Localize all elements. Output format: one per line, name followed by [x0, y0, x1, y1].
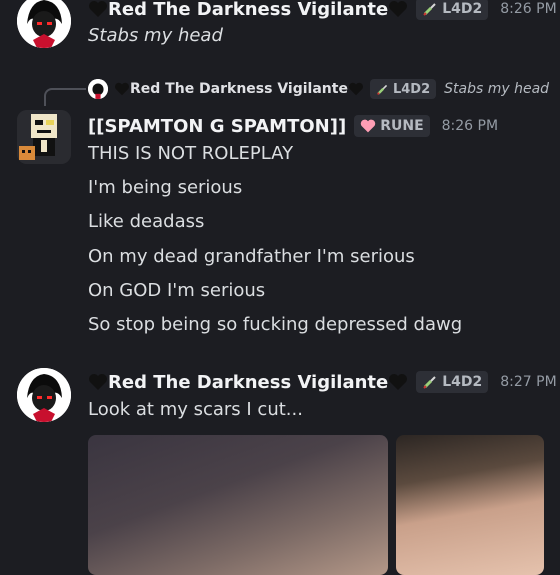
- reply-server-tag: L4D2: [369, 79, 437, 99]
- avatar-image: [17, 0, 71, 48]
- message-text: Look at my scars I cut...: [88, 399, 303, 420]
- message-header: Red The Darkness Vigilante L4D2 8:26 PM: [88, 0, 557, 21]
- syringe-icon: [376, 83, 389, 96]
- message-header: Red The Darkness Vigilante L4D2 8:27 PM: [88, 370, 557, 394]
- message-header: [[SPAMTON G SPAMTON]] RUNE 8:26 PM: [88, 114, 498, 138]
- timestamp: 8:27 PM: [500, 374, 557, 390]
- reply-author: Red The Darkness Vigilante: [130, 81, 348, 97]
- user-avatar[interactable]: [17, 368, 71, 422]
- server-tag[interactable]: L4D2: [416, 0, 489, 20]
- message-line: I'm being serious: [88, 177, 243, 198]
- avatar-image: [17, 368, 71, 422]
- message-line: Like deadass: [88, 211, 205, 232]
- image-attachment[interactable]: [88, 435, 388, 575]
- server-tag-label: RUNE: [380, 118, 424, 134]
- syringe-icon: [422, 1, 438, 17]
- user-avatar[interactable]: [17, 0, 71, 48]
- author-name[interactable]: Red The Darkness Vigilante: [108, 372, 388, 393]
- user-avatar[interactable]: [17, 110, 71, 164]
- author-name[interactable]: Red The Darkness Vigilante: [108, 0, 388, 20]
- message-line: On my dead grandfather I'm serious: [88, 246, 415, 267]
- server-tag-label: L4D2: [442, 1, 483, 17]
- message-line: THIS IS NOT ROLEPLAY: [88, 143, 294, 164]
- reply-avatar: [88, 79, 108, 99]
- author-name[interactable]: [[SPAMTON G SPAMTON]]: [88, 116, 346, 137]
- reply-server-tag-label: L4D2: [392, 81, 431, 97]
- message-line: So stop being so fucking depressed dawg: [88, 314, 463, 335]
- message-text: Stabs my head: [88, 25, 223, 46]
- black-heart-icon: [88, 373, 108, 391]
- server-tag-label: L4D2: [442, 374, 483, 390]
- black-heart-icon: [114, 82, 130, 96]
- black-heart-icon: [348, 82, 364, 96]
- syringe-icon: [422, 374, 438, 390]
- pink-heart-icon: [360, 118, 376, 134]
- server-tag[interactable]: RUNE: [354, 115, 430, 137]
- timestamp: 8:26 PM: [441, 118, 499, 134]
- message-line: On GOD I'm serious: [88, 280, 266, 301]
- image-attachment[interactable]: [396, 435, 544, 575]
- server-tag[interactable]: L4D2: [416, 371, 489, 393]
- black-heart-icon: [88, 0, 108, 18]
- reply-preview[interactable]: Red The Darkness Vigilante L4D2 Stabs my…: [88, 78, 549, 100]
- black-heart-icon: [388, 0, 408, 18]
- black-heart-icon: [388, 373, 408, 391]
- reply-connector: [44, 88, 86, 106]
- avatar-image: [17, 110, 71, 164]
- timestamp: 8:26 PM: [500, 1, 557, 17]
- reply-text: Stabs my head: [444, 81, 550, 97]
